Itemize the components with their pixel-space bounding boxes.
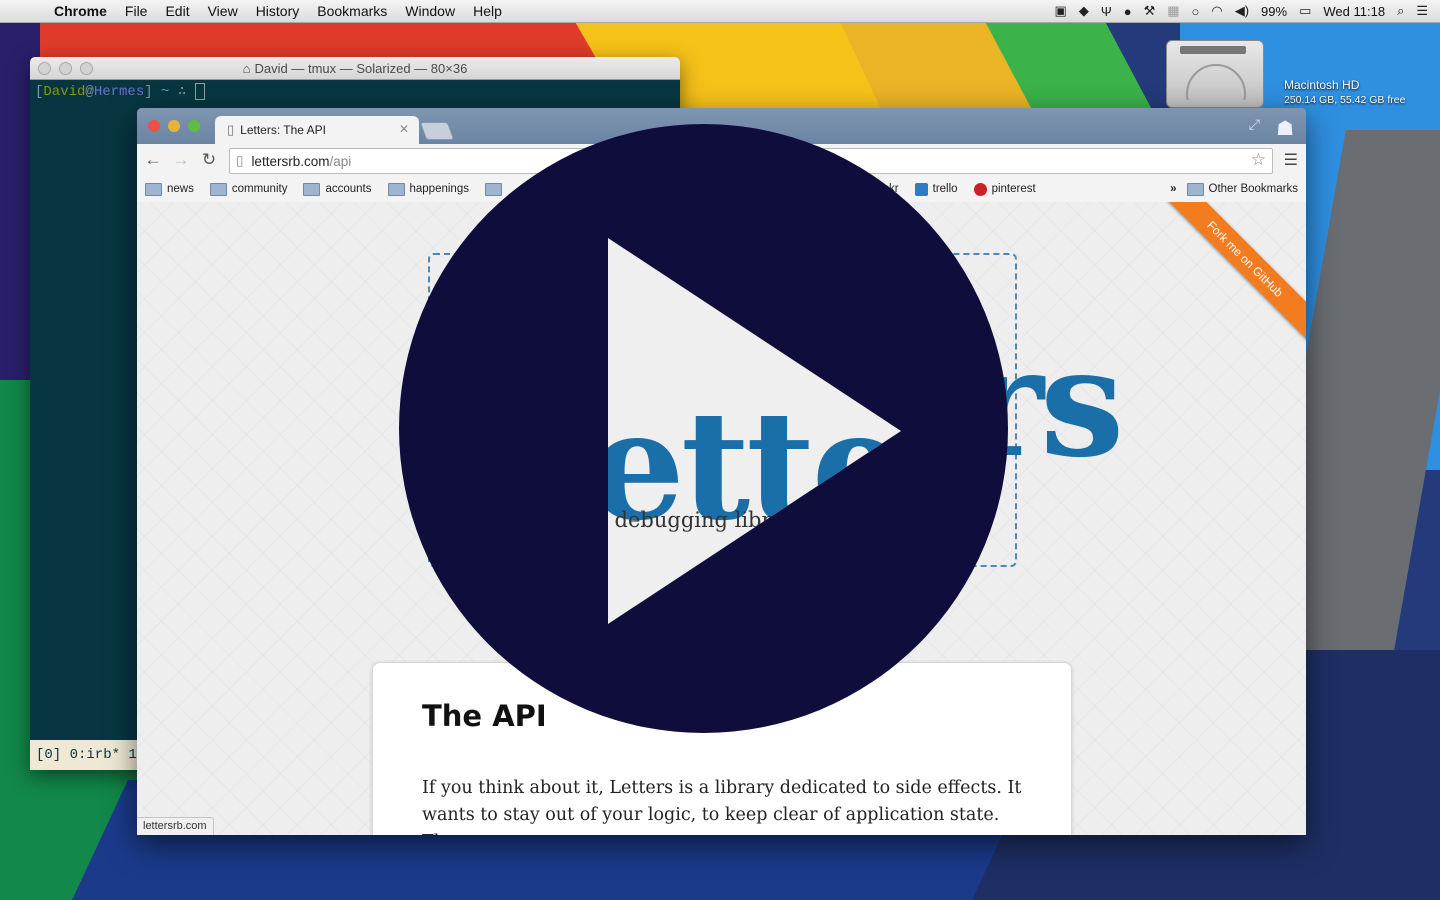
wifi-icon[interactable]: ◠	[1211, 3, 1222, 19]
bookmark-star-icon[interactable]: ☆	[1251, 150, 1266, 170]
chrome-menu-icon[interactable]: ☰	[1284, 150, 1298, 170]
menu-edit[interactable]: Edit	[165, 3, 189, 19]
zoom-button[interactable]	[188, 120, 200, 132]
folder-icon	[209, 182, 227, 196]
menu-bookmarks[interactable]: Bookmarks	[317, 3, 387, 19]
folder-icon	[303, 182, 321, 196]
hat-icon[interactable]: ●	[1124, 4, 1132, 19]
terminal-prompt[interactable]: [David@Hermes] ~ ∴	[30, 80, 680, 103]
play-icon: Letters y debugging libr	[608, 238, 901, 624]
terminal-title: David — tmux — Solarized — 80×36	[254, 60, 468, 76]
dropbox-icon[interactable]: ◆	[1079, 3, 1089, 19]
fullscreen-icon[interactable]: ⤢	[1249, 116, 1260, 133]
fork-me-ribbon[interactable]: Fork me on GitHub	[1154, 202, 1306, 350]
bookmark-label: news	[167, 183, 194, 195]
intro-paragraph: If you think about it, Letters is a libr…	[422, 778, 1022, 835]
pinterest-icon	[973, 182, 987, 196]
bookmark-label: trello	[932, 183, 958, 195]
battery-percent[interactable]: 99%	[1261, 4, 1287, 19]
terminal-titlebar[interactable]: ⌂ David — tmux — Solarized — 80×36	[30, 57, 680, 80]
bookmark-folder-hidden[interactable]	[484, 182, 507, 196]
disk-info: 250.14 GB, 55.42 GB free	[1284, 94, 1406, 106]
folder-icon	[145, 182, 162, 196]
folder-icon	[1186, 182, 1204, 196]
bookmark-label: pinterest	[991, 183, 1036, 195]
bookmark-label: Other Bookmarks	[1208, 183, 1298, 195]
folder-icon	[484, 182, 502, 196]
menu-app-chrome[interactable]: Chrome	[54, 3, 107, 19]
volume-icon[interactable]: ◀)	[1235, 3, 1249, 19]
trello-icon	[914, 182, 928, 196]
prompt-host: Hermes	[93, 84, 145, 101]
window-controls	[148, 120, 200, 132]
page-icon: ▯	[227, 122, 235, 137]
url-path: /api	[329, 153, 352, 169]
menu-view[interactable]: View	[208, 3, 238, 19]
bookmark-trello[interactable]: trello	[914, 182, 958, 196]
minimize-button[interactable]	[59, 62, 72, 75]
spotlight-search-icon[interactable]: ⌕	[1397, 3, 1404, 19]
page-heading: The API	[422, 699, 547, 733]
menu-bar: Chrome File Edit View History Bookmarks …	[0, 0, 1440, 23]
bookmark-label: accounts	[325, 183, 372, 195]
other-bookmarks[interactable]: Other Bookmarks	[1186, 182, 1298, 196]
back-arrow-icon[interactable]: ←	[141, 150, 165, 170]
status-bubble: lettersrb.com	[137, 817, 214, 835]
prompt-at: @	[85, 84, 94, 101]
bookmark-community[interactable]: community	[209, 182, 288, 196]
incognito-icon: ☗	[1276, 118, 1294, 140]
tab-letters-api[interactable]: ▯ Letters: The API ✕	[215, 116, 419, 144]
camera-icon[interactable]: ▣	[1055, 3, 1067, 19]
terminal-cursor	[194, 83, 205, 100]
clock[interactable]: Wed 11:18	[1323, 4, 1385, 19]
bookmark-label: happenings	[409, 183, 469, 195]
page-icon: ▯	[236, 153, 244, 168]
play-tagline-fragment: y debugging libr	[608, 508, 772, 532]
menubar-extras: ▣ ◆ Ψ ● ⚒ ▦ ○ ◠ ◀) 99% ▭ Wed 11:18 ⌕ ☰	[1055, 0, 1428, 22]
tools-icon[interactable]: ⚒	[1144, 3, 1156, 19]
prompt-rest: ~ ∴	[152, 84, 195, 101]
hard-disk-icon[interactable]	[1166, 40, 1264, 108]
folder-icon	[387, 182, 405, 196]
close-button[interactable]	[148, 120, 160, 132]
chat-icon[interactable]: ○	[1192, 4, 1200, 19]
zoom-button[interactable]	[80, 62, 93, 75]
play-button[interactable]: Letters y debugging libr	[399, 124, 1008, 733]
home-icon: ⌂	[242, 60, 251, 76]
menu-window[interactable]: Window	[405, 3, 455, 19]
bookmark-news[interactable]: news	[145, 182, 194, 196]
disk-label[interactable]: Macintosh HD 250.14 GB, 55.42 GB free	[1284, 78, 1405, 108]
forward-arrow-icon[interactable]: →	[169, 150, 193, 170]
battery-icon[interactable]: ▭	[1299, 3, 1311, 19]
menu-help[interactable]: Help	[473, 3, 502, 19]
bookmark-accounts[interactable]: accounts	[303, 182, 372, 196]
notification-center-icon[interactable]: ☰	[1416, 3, 1428, 19]
new-tab-button[interactable]	[419, 122, 455, 140]
reload-icon[interactable]: ↻	[197, 150, 221, 170]
menu-history[interactable]: History	[256, 3, 300, 19]
bookmark-label: community	[231, 183, 288, 195]
terminal-window-controls	[38, 62, 93, 75]
more-bookmarks-icon[interactable]: »	[1170, 183, 1176, 195]
bookmark-happenings[interactable]: happenings	[387, 182, 469, 196]
url-host: lettersrb.com	[251, 153, 330, 169]
close-button[interactable]	[38, 62, 51, 75]
grid-icon[interactable]: ▦	[1167, 3, 1179, 19]
menu-file[interactable]: File	[125, 3, 148, 19]
tab-title: Letters: The API	[240, 123, 326, 137]
bookmark-pinterest[interactable]: pinterest	[973, 182, 1036, 196]
prompt-user: David	[43, 84, 86, 101]
minimize-button[interactable]	[168, 120, 180, 132]
close-tab-icon[interactable]: ✕	[399, 122, 409, 136]
disk-name: Macintosh HD	[1284, 78, 1360, 92]
antenna-icon[interactable]: Ψ	[1101, 4, 1112, 19]
